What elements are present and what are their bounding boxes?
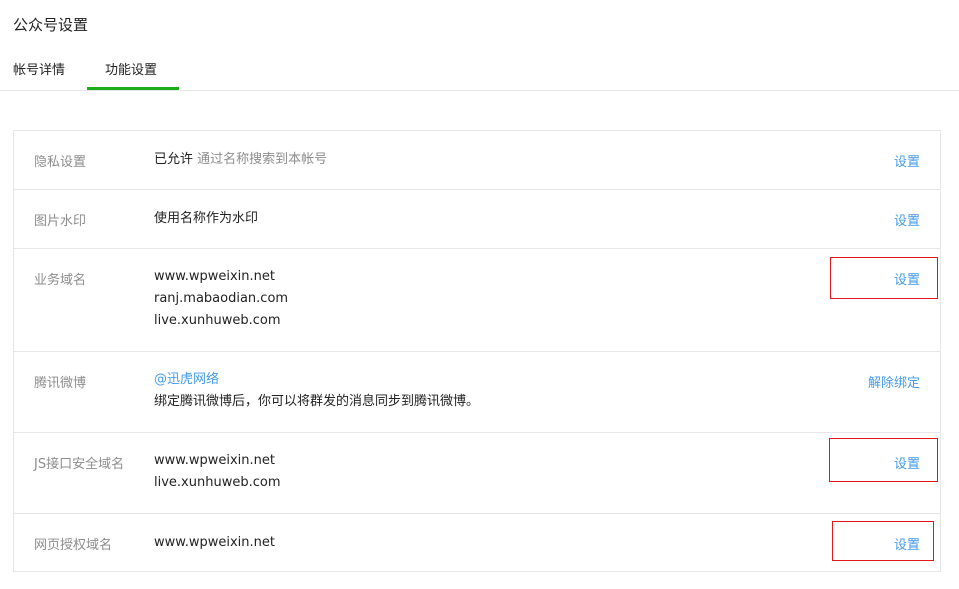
tab-bar: 帐号详情 功能设置	[0, 50, 959, 91]
js-domain-item: live.xunhuweb.com	[154, 475, 281, 490]
oauth-domain-label: 网页授权域名	[34, 538, 113, 553]
business-domain-item: live.xunhuweb.com	[154, 313, 281, 328]
highlight-box	[829, 438, 938, 482]
privacy-settings-link[interactable]: 设置	[894, 151, 920, 170]
js-domain-list: www.wpweixin.net live.xunhuweb.com	[154, 450, 280, 494]
privacy-value: 已允许 通过名称搜索到本帐号	[154, 149, 327, 171]
oauth-domain-list: www.wpweixin.net	[154, 532, 275, 554]
watermark-value: 使用名称作为水印	[154, 211, 259, 226]
privacy-status: 已允许	[154, 152, 194, 167]
business-domain-list: www.wpweixin.net ranj.mabaodian.com live…	[154, 266, 288, 332]
settings-panel: 隐私设置 已允许 通过名称搜索到本帐号 设置 图片水印 使用名称作为水印 设置 …	[13, 130, 941, 572]
business-domain-label: 业务域名	[34, 273, 87, 288]
js-domain-label: JS接口安全域名	[34, 457, 125, 472]
tencent-weibo-label: 腾讯微博	[34, 376, 87, 391]
oauth-domain-item: www.wpweixin.net	[154, 535, 275, 550]
page-title: 公众号设置	[13, 16, 89, 34]
business-domain-item: ranj.mabaodian.com	[154, 291, 289, 306]
watermark-settings-link[interactable]: 设置	[894, 210, 920, 229]
watermark-setting-row: 图片水印 使用名称作为水印 设置	[14, 190, 940, 249]
tencent-weibo-value: @迅虎网络 绑定腾讯微博后，你可以将群发的消息同步到腾讯微博。	[154, 369, 479, 413]
business-domain-item: www.wpweixin.net	[154, 269, 275, 284]
oauth-domain-row: 网页授权域名 www.wpweixin.net 设置	[14, 514, 940, 571]
js-domain-row: JS接口安全域名 www.wpweixin.net live.xunhuweb.…	[14, 433, 940, 514]
weibo-note: 绑定腾讯微博后，你可以将群发的消息同步到腾讯微博。	[154, 394, 480, 409]
js-domain-item: www.wpweixin.net	[154, 453, 275, 468]
highlight-box	[830, 257, 938, 299]
active-tab-indicator	[87, 87, 179, 90]
tab-feature-settings[interactable]: 功能设置	[105, 59, 157, 78]
privacy-setting-row: 隐私设置 已允许 通过名称搜索到本帐号 设置	[14, 131, 940, 190]
tab-account-details[interactable]: 帐号详情	[13, 59, 65, 78]
privacy-label: 隐私设置	[34, 155, 87, 170]
business-domain-row: 业务域名 www.wpweixin.net ranj.mabaodian.com…	[14, 249, 940, 352]
weibo-account-link[interactable]: @迅虎网络	[154, 369, 479, 391]
highlight-box	[832, 521, 934, 561]
settings-page: 公众号设置 帐号详情 功能设置 隐私设置 已允许 通过名称搜索到本帐号 设置 图…	[0, 0, 959, 589]
privacy-note: 通过名称搜索到本帐号	[197, 152, 328, 167]
watermark-label: 图片水印	[34, 214, 87, 229]
unbind-weibo-link[interactable]: 解除绑定	[868, 372, 920, 391]
tencent-weibo-row: 腾讯微博 @迅虎网络 绑定腾讯微博后，你可以将群发的消息同步到腾讯微博。 解除绑…	[14, 352, 940, 433]
